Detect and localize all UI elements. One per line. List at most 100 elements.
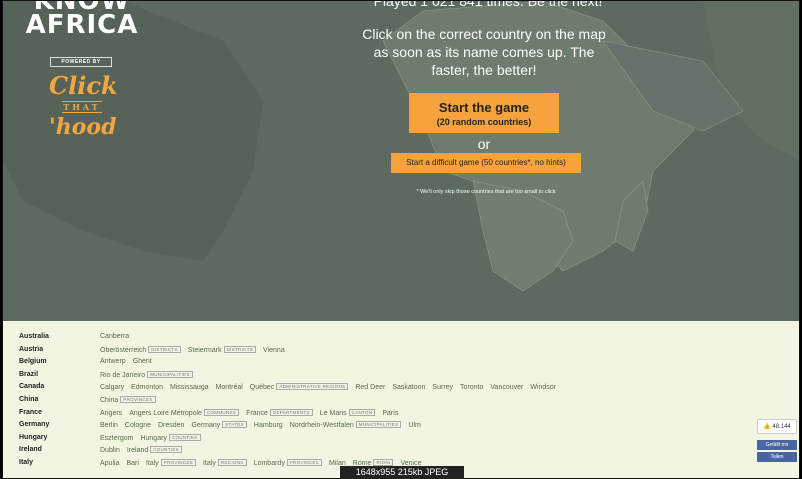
- page-frame: KNOW AFRICA POWERED BY Click THAT 'hood …: [2, 0, 800, 479]
- map-type-tag: MUNICIPALITIES: [355, 421, 402, 429]
- powered-by-label: POWERED BY: [50, 57, 112, 67]
- map-type-tag: PROVINCES: [120, 396, 156, 403]
- map-type-tag: STATES: [222, 421, 247, 429]
- thumbs-up-icon: 👍: [763, 424, 771, 430]
- difficult-game-button[interactable]: Start a difficult game (50 countries*, n…: [391, 153, 581, 173]
- map-land-west: [3, 1, 263, 261]
- like-count: 👍 48.144: [757, 419, 797, 434]
- city-link[interactable]: Esztergom: [100, 435, 133, 442]
- city-link[interactable]: Nordrhein-Westfalen MUNICIPALITIES: [290, 421, 402, 429]
- city-link-label: China: [100, 397, 119, 404]
- city-link[interactable]: Canberra: [100, 333, 129, 340]
- city-link[interactable]: Vancouver: [490, 384, 523, 391]
- map-type-tag: PROVINCES: [160, 459, 196, 466]
- city-link-label: Antwerp: [100, 358, 126, 366]
- city-links: Oberösterreich DISTRICTS Steiermark DISTRIC…: [100, 345, 292, 354]
- city-link[interactable]: Vienna: [263, 347, 285, 354]
- city-link[interactable]: Toronto: [460, 384, 483, 391]
- city-link[interactable]: Calgary: [100, 384, 124, 391]
- city-links: Antwerp Ghent: [100, 358, 159, 365]
- city-links: Calgary Edmonton Mississauga Montréal Québec…: [100, 383, 563, 391]
- city-link-label: Edmonton: [131, 384, 164, 392]
- country-name: Belgium: [19, 358, 47, 366]
- city-list: Australia Canberra Austria Oberösterreich DI…: [3, 321, 799, 478]
- city-link[interactable]: Windsor: [530, 384, 556, 391]
- country-name: Hungary: [19, 433, 48, 441]
- city-links: Angers Angers Loire Métropole COMMUNES Fran…: [100, 408, 405, 417]
- logo-title-line2: AFRICA: [25, 10, 139, 40]
- city-link[interactable]: Italy PROVINCES: [146, 459, 196, 467]
- city-link-label: Dresden: [157, 422, 185, 430]
- city-link-label: Bari: [126, 460, 139, 467]
- map-type-tag: DISTRICTS: [223, 345, 257, 353]
- map-area[interactable]: KNOW AFRICA POWERED BY Click THAT 'hood …: [3, 1, 799, 321]
- country-name: Ireland: [19, 446, 42, 454]
- city-link[interactable]: Saskatoon: [392, 384, 425, 391]
- city-link[interactable]: Ireland COUNTIES: [127, 446, 182, 454]
- city-link[interactable]: Le Mans CANTON: [320, 408, 376, 417]
- city-link-label: Italy: [202, 460, 216, 467]
- map-type-tag: ADMINISTRATIVE REGIONS: [276, 383, 349, 391]
- city-link[interactable]: Red Deer: [355, 384, 385, 391]
- city-link-label: Steiermark: [187, 346, 222, 354]
- city-link[interactable]: Angers: [100, 410, 122, 417]
- country-name: Canada: [19, 383, 45, 391]
- footnote-text: * We'll only skip those countries that a…: [416, 189, 556, 195]
- city-link[interactable]: France DEPARTMENTS: [246, 408, 313, 417]
- city-link[interactable]: Oberösterreich DISTRICTS: [100, 345, 181, 354]
- city-link[interactable]: China PROVINCES: [100, 396, 156, 404]
- city-link[interactable]: Surrey: [432, 384, 453, 391]
- city-link[interactable]: Montréal: [216, 384, 243, 391]
- brand-line2: THAT: [62, 101, 102, 113]
- city-link[interactable]: Cologne: [125, 422, 151, 429]
- like-count-value: 48.144: [772, 424, 791, 430]
- city-link-label: Ghent: [132, 358, 152, 366]
- country-name: Austria: [19, 345, 44, 353]
- city-link[interactable]: Rio de Janeiro MUNICIPALITIES: [100, 370, 193, 379]
- click-that-hood-logo[interactable]: Click THAT 'hood: [49, 73, 118, 140]
- city-link-label: France: [246, 409, 268, 417]
- logo-title: KNOW AFRICA: [23, 1, 141, 40]
- city-link[interactable]: Hamburg: [254, 422, 283, 429]
- city-link[interactable]: Ghent: [133, 358, 152, 365]
- city-link[interactable]: Apulia: [100, 460, 119, 467]
- city-link[interactable]: Lombardy PROVINCES: [254, 459, 323, 467]
- city-link[interactable]: Québec ADMINISTRATIVE REGIONS: [250, 383, 349, 391]
- city-link-label: Vienna: [263, 346, 285, 354]
- city-link[interactable]: Edmonton: [131, 384, 163, 391]
- country-name: China: [19, 396, 39, 403]
- city-link-label: Esztergom: [100, 434, 134, 442]
- city-link[interactable]: Mississauga: [170, 384, 209, 391]
- map-type-tag: COUNTIES: [150, 446, 182, 454]
- facebook-share-button[interactable]: Teilen: [757, 452, 797, 462]
- city-link-label: Oberösterreich: [100, 346, 147, 354]
- start-button-subtitle: (20 random countries): [436, 117, 532, 127]
- city-link-label: Apulia: [100, 460, 120, 467]
- city-link[interactable]: Berlin: [100, 422, 118, 429]
- city-link[interactable]: Angers Loire Métropole COMMUNES: [129, 408, 240, 417]
- city-link-label: Calgary: [100, 384, 125, 392]
- start-game-button[interactable]: Start the game (20 random countries): [409, 93, 559, 133]
- city-link[interactable]: Antwerp: [100, 358, 126, 365]
- city-link[interactable]: Germany STATES: [191, 421, 247, 429]
- city-link[interactable]: Paris: [382, 410, 398, 417]
- city-link-label: Mississauga: [170, 384, 209, 392]
- facebook-like-button[interactable]: Gefällt mir: [757, 440, 797, 450]
- city-link-label: Hungary: [140, 434, 167, 442]
- city-link[interactable]: Hungary COUNTIES: [140, 433, 201, 442]
- city-link[interactable]: Steiermark DISTRICTS: [187, 345, 257, 354]
- map-type-tag: COMMUNES: [203, 408, 240, 416]
- city-link[interactable]: Ulm: [408, 422, 420, 429]
- facebook-widget: 👍 48.144 Gefällt mir Teilen: [757, 419, 797, 462]
- played-count-text: Played 1 021 841 times. Be the next!: [373, 1, 603, 9]
- city-links: Canberra: [100, 333, 136, 340]
- start-button-title: Start the game: [438, 100, 530, 115]
- city-link[interactable]: Italy REGIONS: [202, 459, 247, 467]
- city-link[interactable]: Dresden: [158, 422, 184, 429]
- city-link[interactable]: Bari: [126, 460, 138, 467]
- city-link-label: Surrey: [432, 384, 454, 392]
- city-link[interactable]: Dublin: [100, 447, 120, 454]
- city-link-label: Ulm: [408, 422, 421, 430]
- map-type-tag: DISTRICTS: [148, 345, 181, 353]
- map-type-tag: REGIONS: [217, 459, 247, 466]
